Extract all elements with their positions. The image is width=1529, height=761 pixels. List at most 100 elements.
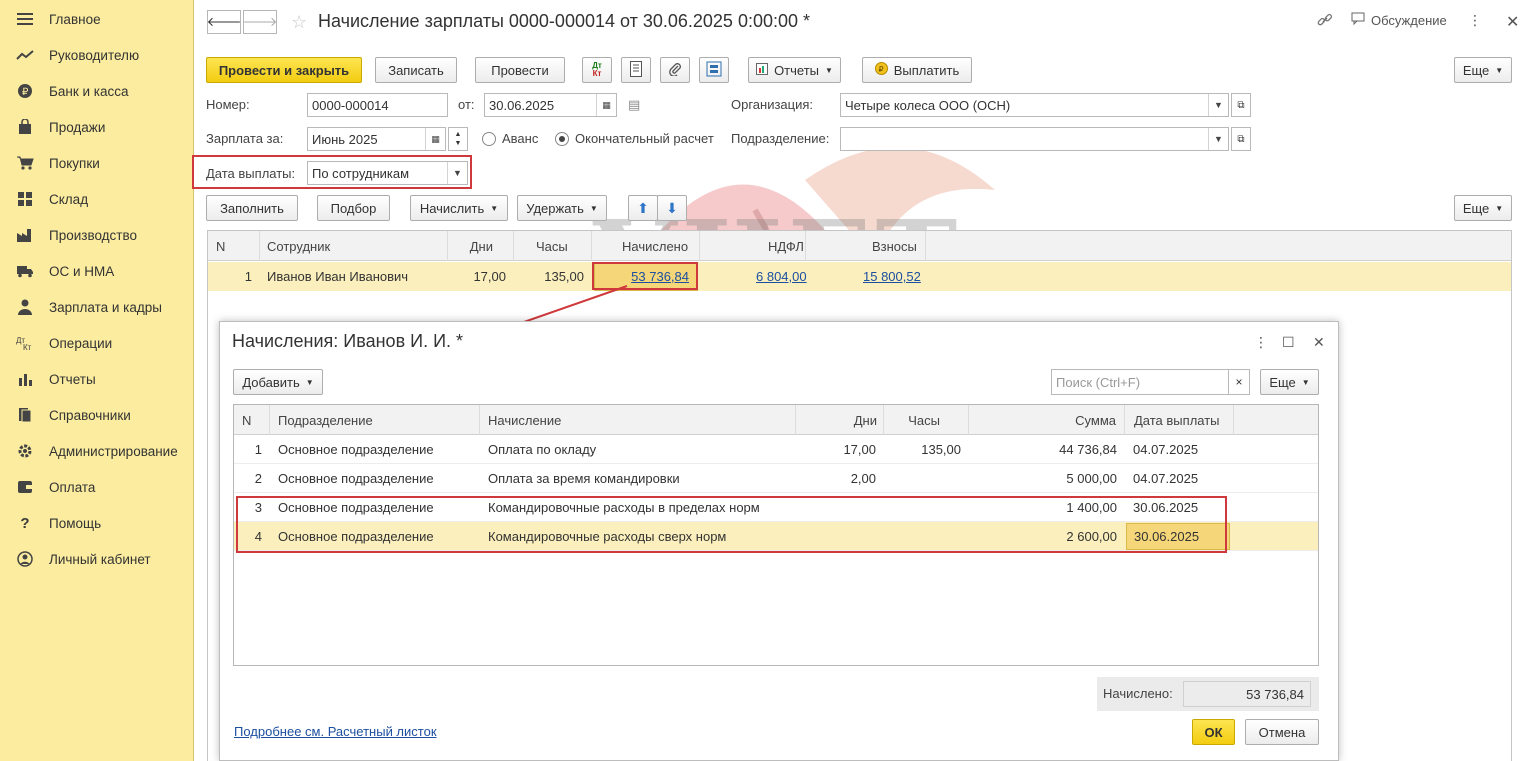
cancel-button[interactable]: Отмена [1245,719,1319,745]
sidebar-item-account[interactable]: Личный кабинет [0,541,194,577]
contributions-link[interactable]: 15 800,52 [863,269,921,284]
column-header-pay-date[interactable]: Дата выплаты [1125,405,1234,435]
post-and-close-button[interactable]: Провести и закрыть [206,57,362,83]
pay-date-value[interactable]: 30.06.2025 [1126,523,1230,550]
column-header-employee[interactable]: Сотрудник [260,231,448,261]
dialog-title: Начисления: Иванов И. И. * [232,331,464,351]
sidebar-item-fixed-assets[interactable]: ОС и НМА [0,253,194,289]
accrued-cell[interactable]: 53 736,84 [594,262,698,291]
table-row[interactable]: 1 Основное подразделение Оплата по оклад… [234,435,1318,464]
save-button[interactable]: Записать [375,57,457,83]
payslip-link[interactable]: Подробнее см. Расчетный листок [234,724,437,739]
table-row[interactable]: 3 Основное подразделение Командировочные… [234,493,1318,522]
sidebar-item-directories[interactable]: Справочники [0,397,194,433]
column-header-days[interactable]: Дни [796,405,884,435]
column-header-contributions[interactable]: Взносы [806,231,926,261]
column-header-hours[interactable]: Часы [514,231,592,261]
column-header-accrual[interactable]: Начисление [480,405,796,435]
sidebar-item-reports[interactable]: Отчеты [0,361,194,397]
table-header: N Подразделение Начисление Дни Часы Сумм… [234,405,1318,435]
discussion-button[interactable]: Обсуждение [1351,12,1447,28]
advance-radio[interactable] [482,132,496,146]
back-button[interactable]: 🡐 [207,10,241,34]
table-row[interactable]: 1 Иванов Иван Иванович 17,00 135,00 53 7… [208,262,1511,291]
date-field[interactable]: 30.06.2025 ▦ [484,93,617,117]
post-button[interactable]: Провести [475,57,565,83]
sidebar-item-administration[interactable]: Администрирование [0,433,194,469]
column-header-sum[interactable]: Сумма [969,405,1125,435]
sidebar-item-operations[interactable]: Дт Кт Операции [0,325,194,361]
pay-date-select[interactable]: По сотрудникам ▼ [307,161,468,185]
reports-dropdown-button[interactable]: Отчеты ▼ [748,57,841,83]
column-header-accrued[interactable]: Начислено [592,231,700,261]
chevron-down-icon[interactable]: ▼ [1208,94,1228,116]
pay-button[interactable]: ₽ Выплатить [862,57,972,83]
salary-for-label: Зарплата за: [206,131,284,146]
ndfl-link[interactable]: 6 804,00 [756,269,807,284]
final-payment-radio[interactable] [555,132,569,146]
close-icon[interactable]: ✕ [1313,334,1325,351]
wallet-icon [16,478,34,496]
sidebar-item-main[interactable]: Главное [0,1,194,37]
chevron-down-icon[interactable]: ▼ [447,162,467,184]
column-header-days[interactable]: Дни [448,231,514,261]
dt-kt-button[interactable]: Дт Кт [582,57,612,83]
pick-button[interactable]: Подбор [317,195,390,221]
sidebar-item-bank[interactable]: ₽ Банк и касса [0,73,194,109]
hours-value: 135,00 [544,269,584,284]
chevron-up-icon[interactable]: ▲ [455,130,462,139]
fill-button[interactable]: Заполнить [206,195,298,221]
more-vertical-icon[interactable]: ⋮ [1468,12,1482,29]
more-button[interactable]: Еще ▼ [1454,57,1512,83]
search-input[interactable]: Поиск (Ctrl+F) [1051,369,1238,395]
move-up-button[interactable]: ⬆ [628,195,658,221]
structure-button[interactable] [699,57,729,83]
dialog-more-button[interactable]: Еще ▼ [1260,369,1319,395]
ndfl-cell[interactable]: 6 804,00 [756,262,826,291]
open-organization-button[interactable]: ⧉ [1231,93,1251,117]
withhold-dropdown-button[interactable]: Удержать ▼ [517,195,607,221]
calendar-icon[interactable]: ▦ [425,128,445,150]
sidebar-item-purchases[interactable]: Покупки [0,145,194,181]
number-field[interactable]: 0000-000014 [307,93,448,117]
contributions-cell[interactable]: 15 800,52 [863,262,943,291]
sidebar-item-help[interactable]: ? Помощь [0,505,194,541]
column-header-n[interactable]: N [234,405,270,435]
ok-button[interactable]: ОК [1192,719,1235,745]
column-header-division[interactable]: Подразделение [270,405,480,435]
more-vertical-icon[interactable]: ⋮ [1254,334,1268,351]
favorite-star-icon[interactable]: ☆ [291,12,307,33]
maximize-icon[interactable]: ☐ [1282,334,1295,351]
document-list-button[interactable] [621,57,651,83]
accrue-dropdown-button[interactable]: Начислить ▼ [410,195,508,221]
open-division-button[interactable]: ⧉ [1231,127,1251,151]
link-icon[interactable] [1317,12,1333,31]
chevron-down-icon[interactable]: ▼ [1208,128,1228,150]
clear-search-button[interactable]: × [1228,369,1250,395]
division-field[interactable]: ▼ [840,127,1229,151]
column-header-n[interactable]: N [208,231,260,261]
sidebar-item-salary-hr[interactable]: Зарплата и кадры [0,289,194,325]
column-header-ndfl[interactable]: НДФЛ [700,231,806,261]
attach-button[interactable] [660,57,690,83]
table-more-button[interactable]: Еще ▼ [1454,195,1512,221]
accrued-link[interactable]: 53 736,84 [631,269,689,284]
add-dropdown-button[interactable]: Добавить ▼ [233,369,323,395]
forward-button[interactable]: 🡒 [243,10,277,34]
calendar-icon[interactable]: ▦ [596,94,616,116]
chevron-down-icon[interactable]: ▼ [455,139,462,148]
table-row[interactable]: 4 Основное подразделение Командировочные… [234,522,1318,551]
sidebar-item-warehouse[interactable]: Склад [0,181,194,217]
sidebar-item-sales[interactable]: Продажи [0,109,194,145]
salary-month-field[interactable]: Июнь 2025 ▦ [307,127,446,151]
history-icon[interactable]: ▤ [628,97,640,113]
sidebar-item-manager[interactable]: Руководителю [0,37,194,73]
month-stepper[interactable]: ▲ ▼ [448,127,468,151]
sidebar-item-payment[interactable]: Оплата [0,469,194,505]
move-down-button[interactable]: ⬇ [657,195,687,221]
table-row[interactable]: 2 Основное подразделение Оплата за время… [234,464,1318,493]
organization-field[interactable]: Четыре колеса ООО (ОСН) ▼ [840,93,1229,117]
close-icon[interactable]: ✕ [1506,12,1519,32]
column-header-hours[interactable]: Часы [884,405,969,435]
sidebar-item-production[interactable]: Производство [0,217,194,253]
